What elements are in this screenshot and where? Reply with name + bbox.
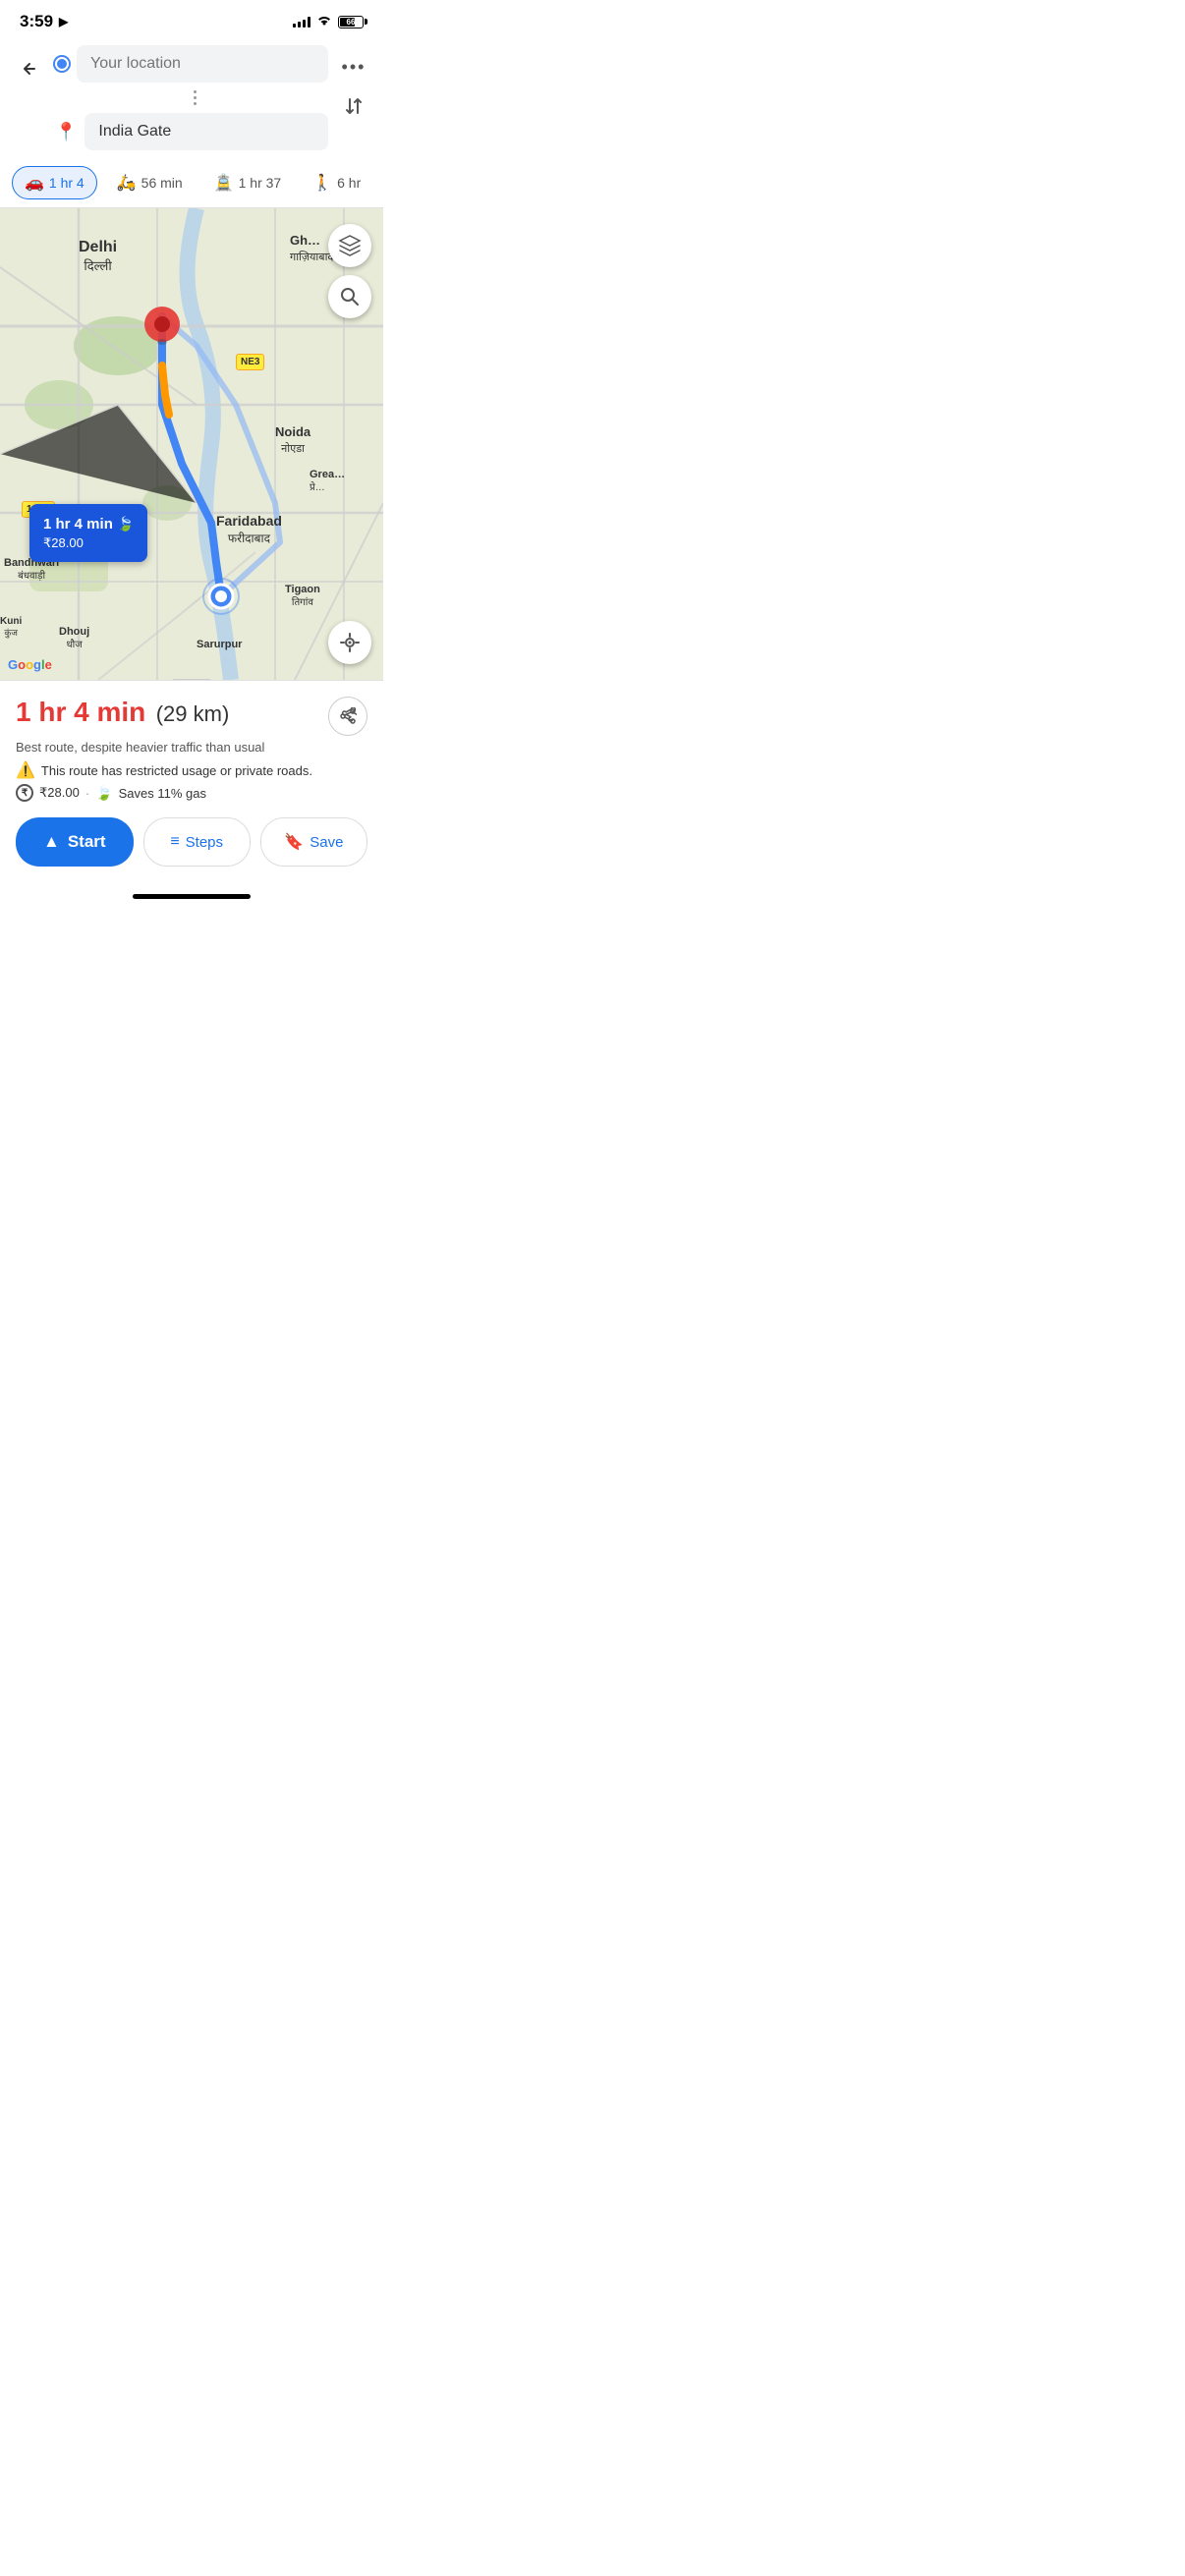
share-button[interactable] bbox=[328, 697, 367, 736]
tab-motorbike[interactable]: 🛵 56 min bbox=[105, 167, 195, 198]
origin-row bbox=[55, 45, 328, 83]
steps-button[interactable]: ≡ Steps bbox=[143, 817, 251, 867]
home-indicator bbox=[0, 886, 383, 903]
tab-walk[interactable]: 🚶 6 hr bbox=[301, 167, 372, 198]
route-info-bubble: 1 hr 4 min 🍃 ₹28.00 bbox=[29, 504, 147, 562]
transport-tabs: 🚗 1 hr 4 🛵 56 min 🚊 1 hr 37 🚶 6 hr 🚴 – bbox=[0, 158, 383, 208]
walk-icon: 🚶 bbox=[312, 173, 332, 193]
origin-input[interactable] bbox=[77, 45, 328, 83]
status-time: 3:59 ▶ bbox=[20, 12, 68, 31]
bubble-toll: ₹28.00 bbox=[43, 534, 134, 552]
header-actions: ••• bbox=[336, 45, 371, 124]
back-button[interactable] bbox=[12, 51, 47, 86]
home-bar bbox=[133, 894, 251, 899]
route-distance: (29 km) bbox=[156, 701, 230, 726]
warning-text: This route has restricted usage or priva… bbox=[41, 763, 312, 778]
toll-amount: ₹28.00 bbox=[39, 785, 80, 801]
separator: · bbox=[85, 786, 89, 801]
save-label: Save bbox=[310, 834, 343, 851]
action-buttons: ▲ Start ≡ Steps 🔖 Save bbox=[16, 817, 367, 867]
steps-icon: ≡ bbox=[170, 833, 179, 851]
start-button[interactable]: ▲ Start bbox=[16, 817, 134, 867]
signal-icon bbox=[293, 16, 310, 28]
route-time: 1 hr 4 min bbox=[16, 697, 145, 727]
start-arrow-icon: ▲ bbox=[43, 832, 60, 852]
status-icons: 66 bbox=[293, 14, 364, 29]
map-search-button[interactable] bbox=[328, 275, 371, 318]
google-logo: Google bbox=[8, 657, 52, 672]
origin-dot-icon bbox=[55, 57, 69, 71]
map-layer-button[interactable] bbox=[328, 224, 371, 267]
destination-row: 📍 bbox=[55, 113, 328, 150]
bottom-panel: 1 hr 4 min (29 km) Best route, despite h… bbox=[0, 680, 383, 886]
more-dots-icon: ••• bbox=[342, 57, 367, 78]
motorbike-icon: 🛵 bbox=[117, 173, 137, 193]
destination-pin-icon: 📍 bbox=[55, 123, 77, 140]
route-inputs: 📍 bbox=[55, 45, 328, 150]
save-bookmark-icon: 🔖 bbox=[284, 832, 304, 852]
map-drag-handle bbox=[172, 679, 211, 680]
destination-input[interactable] bbox=[85, 113, 328, 150]
route-connector bbox=[60, 90, 328, 105]
eco-icon: 🍃 bbox=[117, 516, 134, 532]
car-tab-label: 1 hr 4 bbox=[49, 175, 85, 191]
toll-icon: ₹ bbox=[16, 784, 33, 802]
transit-tab-label: 1 hr 37 bbox=[239, 175, 282, 191]
status-bar: 3:59 ▶ 66 bbox=[0, 0, 383, 37]
location-arrow-icon: ▶ bbox=[59, 15, 68, 28]
map-view[interactable]: Delhiदिल्ली Noidaनोएडा Faridabadफरीदाबाद… bbox=[0, 208, 383, 680]
my-location-button[interactable] bbox=[328, 621, 371, 664]
route-toll-info: ₹ ₹28.00 · 🍃 Saves 11% gas bbox=[16, 784, 367, 802]
route-summary: 1 hr 4 min (29 km) bbox=[16, 697, 367, 736]
tab-transit[interactable]: 🚊 1 hr 37 bbox=[202, 167, 294, 198]
route-warning: ⚠️ This route has restricted usage or pr… bbox=[16, 760, 367, 780]
eco-savings: Saves 11% gas bbox=[119, 786, 206, 801]
search-header: 📍 ••• bbox=[0, 37, 383, 158]
swap-directions-button[interactable] bbox=[336, 88, 371, 124]
wifi-icon bbox=[316, 14, 332, 29]
transit-icon: 🚊 bbox=[214, 173, 234, 193]
ne3-badge: NE3 bbox=[236, 354, 264, 370]
route-description: Best route, despite heavier traffic than… bbox=[16, 740, 367, 755]
save-button[interactable]: 🔖 Save bbox=[260, 817, 367, 867]
tab-car[interactable]: 🚗 1 hr 4 bbox=[12, 166, 97, 199]
car-icon: 🚗 bbox=[25, 173, 44, 193]
bubble-time: 1 hr 4 min bbox=[43, 516, 113, 532]
eco-leaf-icon: 🍃 bbox=[95, 785, 112, 802]
more-options-button[interactable]: ••• bbox=[336, 49, 371, 84]
warning-icon: ⚠️ bbox=[16, 760, 35, 780]
tab-cycle[interactable]: 🚴 – bbox=[380, 167, 383, 198]
route-time-distance: 1 hr 4 min (29 km) bbox=[16, 697, 229, 728]
steps-label: Steps bbox=[186, 834, 223, 851]
motorbike-tab-label: 56 min bbox=[141, 175, 183, 191]
walk-tab-label: 6 hr bbox=[337, 175, 361, 191]
battery-icon: 66 bbox=[338, 16, 364, 28]
start-label: Start bbox=[68, 832, 106, 852]
